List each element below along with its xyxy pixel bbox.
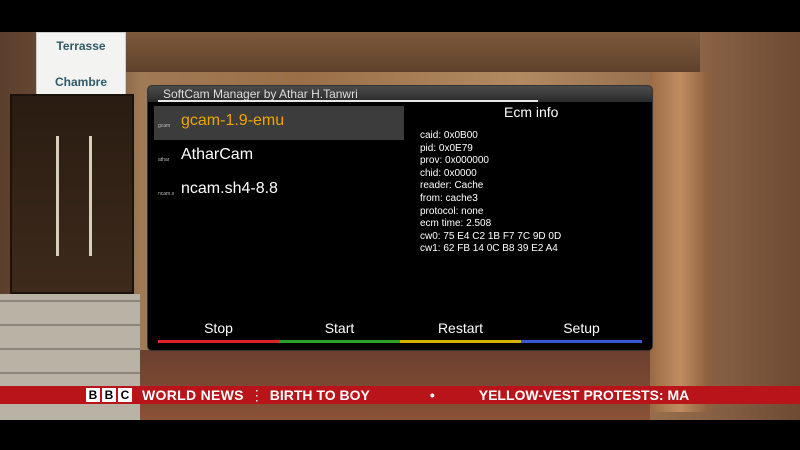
channel-name: WORLD NEWS <box>142 387 244 403</box>
ecm-line-from: from: cache3 <box>420 192 478 204</box>
cam-icon-label: gcam <box>158 123 171 129</box>
stop-button-label: Stop <box>204 320 233 336</box>
restart-button-label: Restart <box>437 320 484 336</box>
ecm-line-protocol: protocol: none <box>420 205 484 217</box>
news-ticker: B B C WORLD NEWS ⋮ BIRTH TO BOY • YELLOW… <box>0 386 800 404</box>
bbc-logo-letter: B <box>102 388 116 402</box>
ecm-line-time: ecm time: 2.508 <box>420 218 492 230</box>
bbc-logo: B B C <box>86 388 132 402</box>
carved-door <box>10 94 134 294</box>
cam-icon-label: ncam.s <box>158 191 175 197</box>
ecm-line-prov: prov: 0x000000 <box>420 155 489 167</box>
blue-key-bar <box>521 340 642 343</box>
start-button[interactable]: Start <box>279 319 400 343</box>
ticker-bullet: • <box>429 387 435 403</box>
bbc-logo-letter: B <box>86 388 100 402</box>
cam-icon-label: athar <box>158 157 170 163</box>
softcam-list-item-gcam[interactable]: gcam gcam-1.9-emu <box>154 106 404 140</box>
red-key-bar <box>158 340 279 343</box>
ecm-info-details: caid: 0x0B00 pid: 0x0E79 prov: 0x000000 … <box>420 130 561 256</box>
ticker-headline-1: BIRTH TO BOY <box>269 387 370 403</box>
cam-name: ncam.sh4-8.8 <box>181 180 278 197</box>
bbc-logo-letter: C <box>118 388 132 402</box>
title-underline <box>158 100 538 102</box>
cam-name: AtharCam <box>181 146 254 163</box>
ticker-separator: ⋮ <box>249 386 264 403</box>
softcam-list-item-atharcam[interactable]: athar AtharCam <box>154 140 404 174</box>
ticker-headline-2: YELLOW-VEST PROTESTS: MA <box>478 387 690 403</box>
ecm-line-caid: caid: 0x0B00 <box>420 130 478 141</box>
ecm-line-cw0: cw0: 75 E4 C2 1B F7 7C 9D 0D <box>420 230 562 242</box>
ecm-info-title: Ecm info <box>504 104 559 120</box>
stop-button[interactable]: Stop <box>158 319 279 343</box>
wood-beam <box>120 32 700 72</box>
setup-button-label: Setup <box>563 320 600 336</box>
sign-text-terrasse: Terrasse <box>56 39 106 53</box>
ecm-line-chid: chid: 0x0000 <box>420 167 477 179</box>
ecm-line-reader: reader: Cache <box>420 180 484 192</box>
door-frame <box>650 72 710 412</box>
room-sign: Terrasse Chambre <box>36 32 126 96</box>
ecm-line-cw1: cw1: 62 FB 14 0C B8 39 E2 A4 <box>420 243 558 255</box>
green-key-bar <box>279 340 400 343</box>
sign-text-chambre: Chambre <box>54 75 107 89</box>
color-button-bar: Stop Start Restart Setup <box>158 319 642 343</box>
yellow-key-bar <box>400 340 521 343</box>
softcam-manager-window: SoftCam Manager by Athar H.Tanwri gcam g… <box>148 86 652 350</box>
ecm-line-pid: pid: 0x0E79 <box>420 142 473 154</box>
setup-button[interactable]: Setup <box>521 319 642 343</box>
softcam-list: gcam gcam-1.9-emu athar AtharCam ncam.s … <box>154 106 404 208</box>
softcam-list-item-ncam[interactable]: ncam.s ncam.sh4-8.8 <box>154 174 404 208</box>
carpet <box>140 350 650 420</box>
cam-name: gcam-1.9-emu <box>181 112 285 129</box>
start-button-label: Start <box>324 320 355 336</box>
restart-button[interactable]: Restart <box>400 319 521 343</box>
